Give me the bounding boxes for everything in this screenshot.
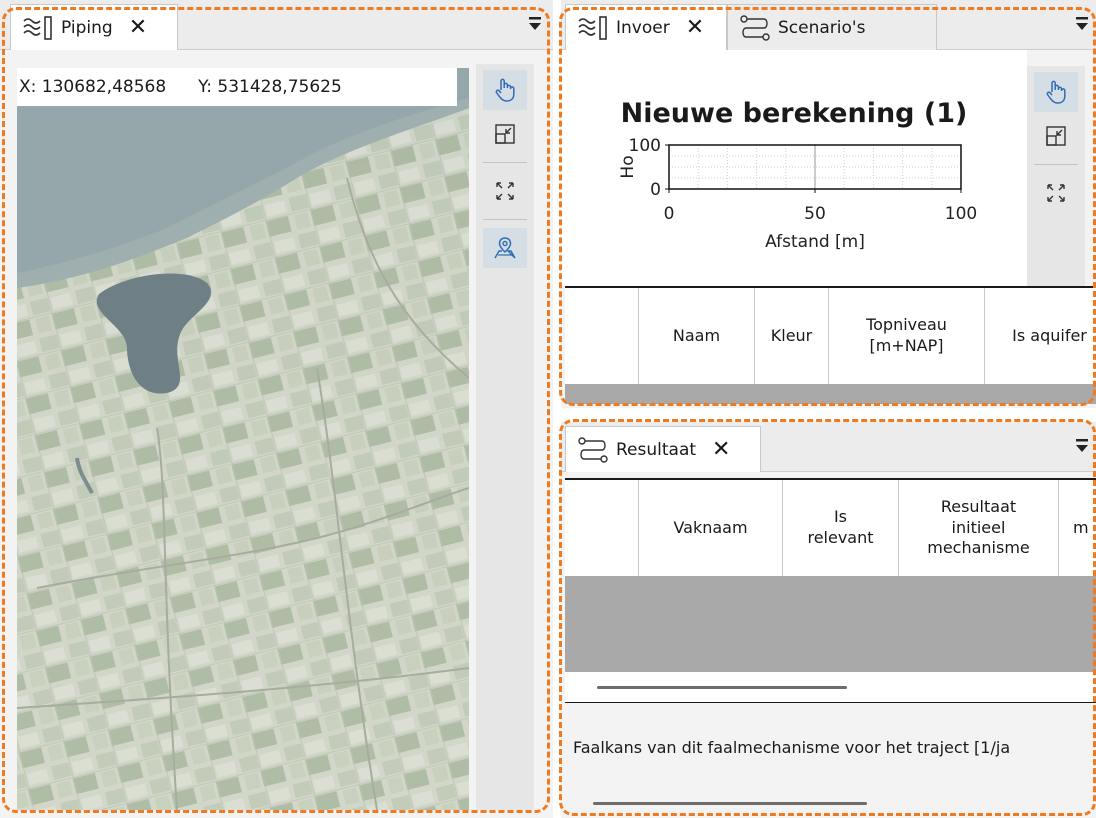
column-header-row-selector[interactable] — [565, 480, 639, 576]
soil-layer-grid[interactable]: Naam Kleur Topniveau [m+NAP] Is aquifer — [565, 286, 1096, 404]
chart-toolstrip — [1027, 66, 1085, 286]
failure-probability-label: Faalkans van dit faalmechanisme voor het… — [573, 738, 1011, 757]
zoom-to-all-icon — [496, 182, 514, 200]
grid-body — [565, 576, 1096, 672]
zoom-to-extent-icon — [1046, 126, 1066, 146]
zoom-to-extent-button[interactable] — [483, 114, 527, 154]
pan-hand-button[interactable] — [1034, 72, 1078, 112]
tab-scenarios-label: Scenario's — [778, 17, 866, 38]
tab-resultaat-label: Resultaat — [616, 439, 697, 460]
map-imagery — [17, 68, 469, 810]
scenario-icon — [578, 436, 608, 463]
chart-y-axis-label: Ho — [618, 155, 638, 178]
column-header-naam[interactable]: Naam — [639, 288, 755, 384]
piping-tab-bar: Piping ✕ — [0, 0, 553, 50]
map-toolstrip — [476, 64, 534, 810]
close-icon[interactable]: ✕ — [686, 16, 704, 39]
tab-invoer[interactable]: Invoer ✕ — [565, 4, 727, 50]
chart-x-axis-label: Afstand [m] — [765, 232, 865, 252]
profile-chart[interactable]: 0 50 100 0 100 Afstand [m] Ho — [561, 50, 1027, 286]
chart-x-tick-label: 50 — [804, 204, 826, 224]
tab-scenarios[interactable]: Scenario's — [727, 4, 937, 50]
close-icon[interactable]: ✕ — [129, 16, 147, 39]
chart-x-tick-label: 0 — [664, 204, 675, 224]
grid-body — [565, 384, 1096, 404]
zoom-to-all-button[interactable] — [1034, 173, 1078, 213]
toolstrip-separator — [1034, 164, 1078, 165]
column-header-resultaat-initieel-mechanisme[interactable]: Resultaat initieel mechanisme — [899, 480, 1059, 576]
satellite-map[interactable]: X: 130682,48568 Y: 531428,75625 — [17, 68, 469, 810]
waves-icon — [23, 15, 52, 40]
horizontal-scrollbar[interactable] — [593, 802, 867, 805]
chart-y-tick-label: 100 — [629, 136, 661, 156]
coordinate-y: Y: 531428,75625 — [198, 77, 342, 97]
horizontal-scrollbar[interactable] — [597, 686, 847, 689]
result-grid[interactable]: Vaknaam Is relevant Resultaat initieel m… — [565, 478, 1096, 702]
divider — [565, 702, 1096, 703]
panel-menu-icon[interactable] — [1075, 436, 1089, 456]
tab-invoer-label: Invoer — [616, 17, 670, 38]
column-header-row-selector[interactable] — [565, 288, 639, 384]
panel-menu-icon[interactable] — [1075, 14, 1089, 34]
chart-x-tick-label: 100 — [945, 204, 977, 224]
resultaat-tab-bar: Resultaat ✕ — [561, 422, 1096, 472]
toolstrip-separator — [483, 162, 527, 163]
zoom-to-extent-button[interactable] — [1034, 116, 1078, 156]
column-header-truncated[interactable]: m — [1059, 480, 1096, 576]
pan-hand-icon — [1046, 80, 1066, 104]
chart-view: Nieuwe berekening (1) 0 50 100 0 100 Afstand … — [561, 50, 1027, 286]
coordinate-x: X: 130682,48568 — [19, 77, 167, 97]
zoom-to-all-button[interactable] — [483, 171, 527, 211]
pan-hand-button[interactable] — [483, 70, 527, 110]
panel-menu-icon[interactable] — [528, 14, 542, 34]
chart-y-tick-label: 0 — [650, 180, 661, 200]
grid-header: Naam Kleur Topniveau [m+NAP] Is aquifer — [565, 288, 1096, 384]
tab-piping-label: Piping — [61, 17, 113, 38]
zoom-to-extent-icon — [495, 124, 515, 144]
invoer-tab-bar: Invoer ✕ Scenario's — [561, 0, 1096, 50]
piping-map-panel: Piping ✕ X: 130682,48568 Y: 531428,75625 — [0, 0, 553, 818]
column-header-topniveau[interactable]: Topniveau [m+NAP] — [829, 288, 985, 384]
waves-icon — [578, 15, 607, 40]
resultaat-panel: Resultaat ✕ Vaknaam Is relevant Resultaa… — [561, 422, 1096, 818]
tab-resultaat[interactable]: Resultaat ✕ — [565, 426, 761, 472]
map-layer-button[interactable] — [483, 228, 527, 268]
grid-header: Vaknaam Is relevant Resultaat initieel m… — [565, 480, 1096, 576]
column-header-is-aquifer[interactable]: Is aquifer — [985, 288, 1096, 384]
map-layer-icon — [494, 237, 516, 259]
toolstrip-separator — [483, 219, 527, 220]
zoom-to-all-icon — [1047, 184, 1065, 202]
close-icon[interactable]: ✕ — [712, 438, 730, 461]
coordinate-readout: X: 130682,48568 Y: 531428,75625 — [17, 68, 457, 106]
scenario-icon — [740, 14, 770, 41]
tab-piping[interactable]: Piping ✕ — [10, 4, 178, 50]
column-header-is-relevant[interactable]: Is relevant — [783, 480, 899, 576]
column-header-vaknaam[interactable]: Vaknaam — [639, 480, 783, 576]
column-header-kleur[interactable]: Kleur — [755, 288, 829, 384]
invoer-panel: Invoer ✕ Scenario's Nieuwe berekening (1… — [561, 0, 1096, 408]
pan-hand-icon — [495, 78, 515, 102]
